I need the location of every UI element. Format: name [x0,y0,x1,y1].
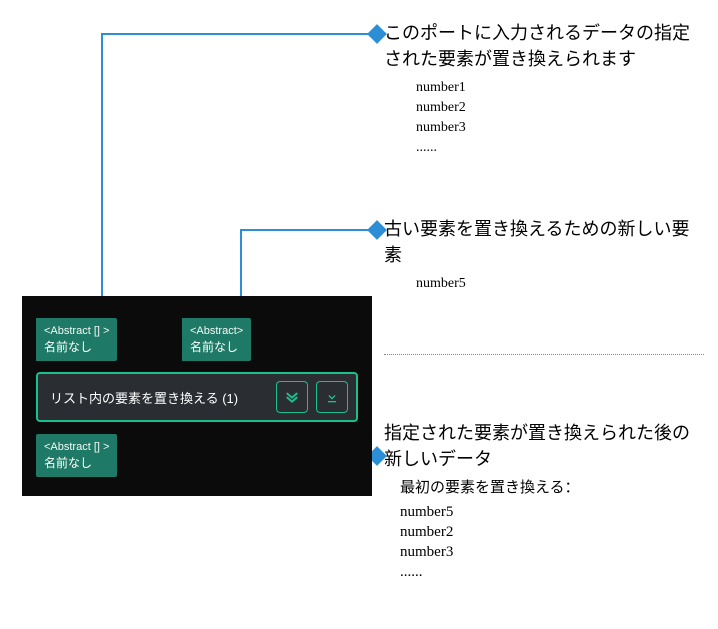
list-item: ...... [416,138,704,158]
port-type: <Abstract [] > [44,439,109,455]
list-item: number3 [400,542,704,562]
port-name: 名前なし [44,339,109,355]
list-item: number5 [416,274,704,294]
annotation-input-port: このポートに入力されるデータの指定された要素が置き換えられます number1 … [384,20,704,158]
collapse-button[interactable] [276,381,308,413]
annotation-text: 古い要素を置き換えるための新しい要素 [384,216,704,268]
connector-line [240,229,242,303]
node-title-bar[interactable]: リスト内の要素を置き換える (1) [36,372,358,422]
port-name: 名前なし [44,455,109,471]
list-item: number5 [400,502,704,522]
list-item: number2 [400,522,704,542]
annotation-output-port: 指定された要素が置き換えられた後の新しいデータ 最初の要素を置き換える： num… [384,420,704,582]
download-arrow-icon [324,389,340,405]
list-item: number3 [416,118,704,138]
port-type: <Abstract [] > [44,323,109,339]
separator-line [384,354,704,355]
run-button[interactable] [316,381,348,413]
connector-line [102,33,372,35]
annotation-sublist: number5 [416,274,704,294]
node-panel: <Abstract [] > 名前なし <Abstract> 名前なし リスト内… [22,296,372,496]
annotation-sublist: 最初の要素を置き換える： number5 number2 number3 ...… [400,478,704,582]
annotation-text: 指定された要素が置き換えられた後の新しいデータ [384,420,704,472]
annotation-text: このポートに入力されるデータの指定された要素が置き換えられます [384,20,704,72]
input-port-1[interactable]: <Abstract [] > 名前なし [36,318,117,361]
list-header: 最初の要素を置き換える： [400,478,704,498]
port-type: <Abstract> [190,323,243,339]
port-name: 名前なし [190,339,243,355]
list-item: number1 [416,78,704,98]
connector-line [101,33,103,303]
annotation-sublist: number1 number2 number3 ...... [416,78,704,158]
output-port[interactable]: <Abstract [] > 名前なし [36,434,117,477]
annotation-new-element: 古い要素を置き換えるための新しい要素 number5 [384,216,704,294]
chevron-double-down-icon [284,389,300,405]
list-item: ...... [400,562,704,582]
input-port-2[interactable]: <Abstract> 名前なし [182,318,251,361]
node-title: リスト内の要素を置き換える (1) [50,388,276,407]
list-item: number2 [416,98,704,118]
connector-line [241,229,372,231]
